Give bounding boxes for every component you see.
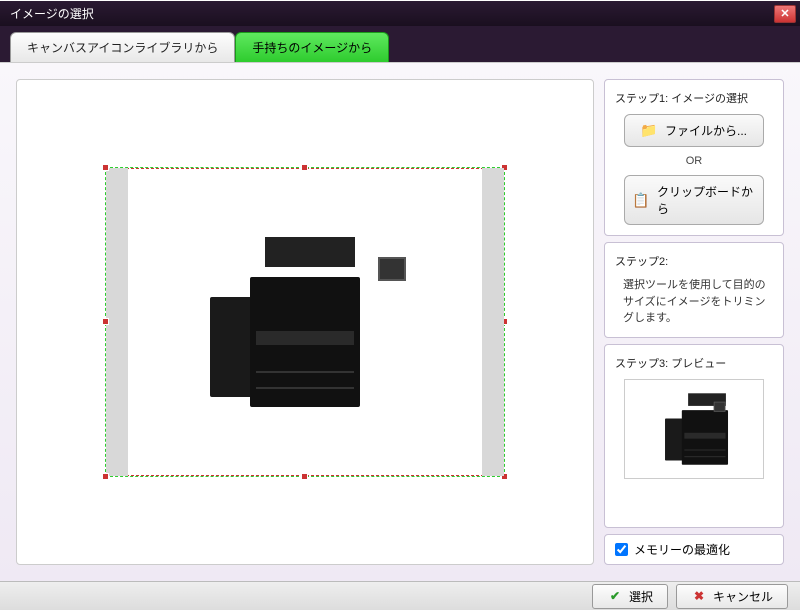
crop-handle-br[interactable] xyxy=(501,473,508,480)
memory-opt-row[interactable]: メモリーの最適化 xyxy=(615,541,773,558)
cancel-button[interactable]: ✖ キャンセル xyxy=(676,584,788,609)
step1-box: ステップ1: イメージの選択 📁 ファイルから... OR 📋 クリップボードか… xyxy=(604,79,784,236)
footer: ✔ 選択 ✖ キャンセル xyxy=(0,581,800,610)
content-area: ステップ1: イメージの選択 📁 ファイルから... OR 📋 クリップボードか… xyxy=(0,62,800,581)
crop-handle-mr[interactable] xyxy=(501,318,508,325)
memory-opt-checkbox[interactable] xyxy=(615,543,628,556)
or-text: OR xyxy=(686,155,703,167)
step2-box: ステップ2: 選択ツールを使用して目的のサイズにイメージをトリミングします。 xyxy=(604,242,784,338)
crop-handle-tr[interactable] xyxy=(501,164,508,171)
step3-label: ステップ3: プレビュー xyxy=(615,355,773,371)
canvas-panel xyxy=(16,79,594,565)
crop-selection[interactable] xyxy=(105,167,505,477)
x-icon: ✖ xyxy=(691,588,707,604)
step2-label: ステップ2: xyxy=(615,253,773,269)
clipboard-from-button[interactable]: 📋 クリップボードから xyxy=(624,175,764,225)
step2-desc: 選択ツールを使用して目的のサイズにイメージをトリミングします。 xyxy=(623,277,773,327)
select-label: 選択 xyxy=(629,588,653,605)
crop-handle-tc[interactable] xyxy=(301,164,308,171)
file-from-button[interactable]: 📁 ファイルから... xyxy=(624,114,764,147)
step1-label: ステップ1: イメージの選択 xyxy=(615,90,773,106)
check-icon: ✔ xyxy=(607,588,623,604)
tabbar: キャンバスアイコンライブラリから 手持ちのイメージから xyxy=(0,26,800,62)
clipboard-icon: 📋 xyxy=(633,192,649,208)
window-title: イメージの選択 xyxy=(10,5,94,22)
close-icon: ✕ xyxy=(777,6,793,22)
titlebar: イメージの選択 ✕ xyxy=(0,0,800,26)
crop-handle-bc[interactable] xyxy=(301,473,308,480)
memory-opt-label: メモリーの最適化 xyxy=(634,541,730,558)
crop-handle-tl[interactable] xyxy=(102,164,109,171)
crop-handle-ml[interactable] xyxy=(102,318,109,325)
cancel-label: キャンセル xyxy=(713,588,773,605)
memory-opt-box: メモリーの最適化 xyxy=(604,534,784,565)
crop-handle-bl[interactable] xyxy=(102,473,109,480)
select-button[interactable]: ✔ 選択 xyxy=(592,584,668,609)
clipboard-from-label: クリップボードから xyxy=(657,183,755,217)
preview-thumbnail xyxy=(624,379,764,479)
folder-icon: 📁 xyxy=(641,123,657,139)
tab-library[interactable]: キャンバスアイコンライブラリから xyxy=(10,32,235,62)
close-button[interactable]: ✕ xyxy=(774,5,796,23)
tab-own-image[interactable]: 手持ちのイメージから xyxy=(235,32,389,62)
image-preview xyxy=(210,237,400,407)
step3-box: ステップ3: プレビュー xyxy=(604,344,784,529)
file-from-label: ファイルから... xyxy=(665,122,747,139)
preview-image xyxy=(665,393,723,464)
side-panel: ステップ1: イメージの選択 📁 ファイルから... OR 📋 クリップボードか… xyxy=(604,79,784,565)
